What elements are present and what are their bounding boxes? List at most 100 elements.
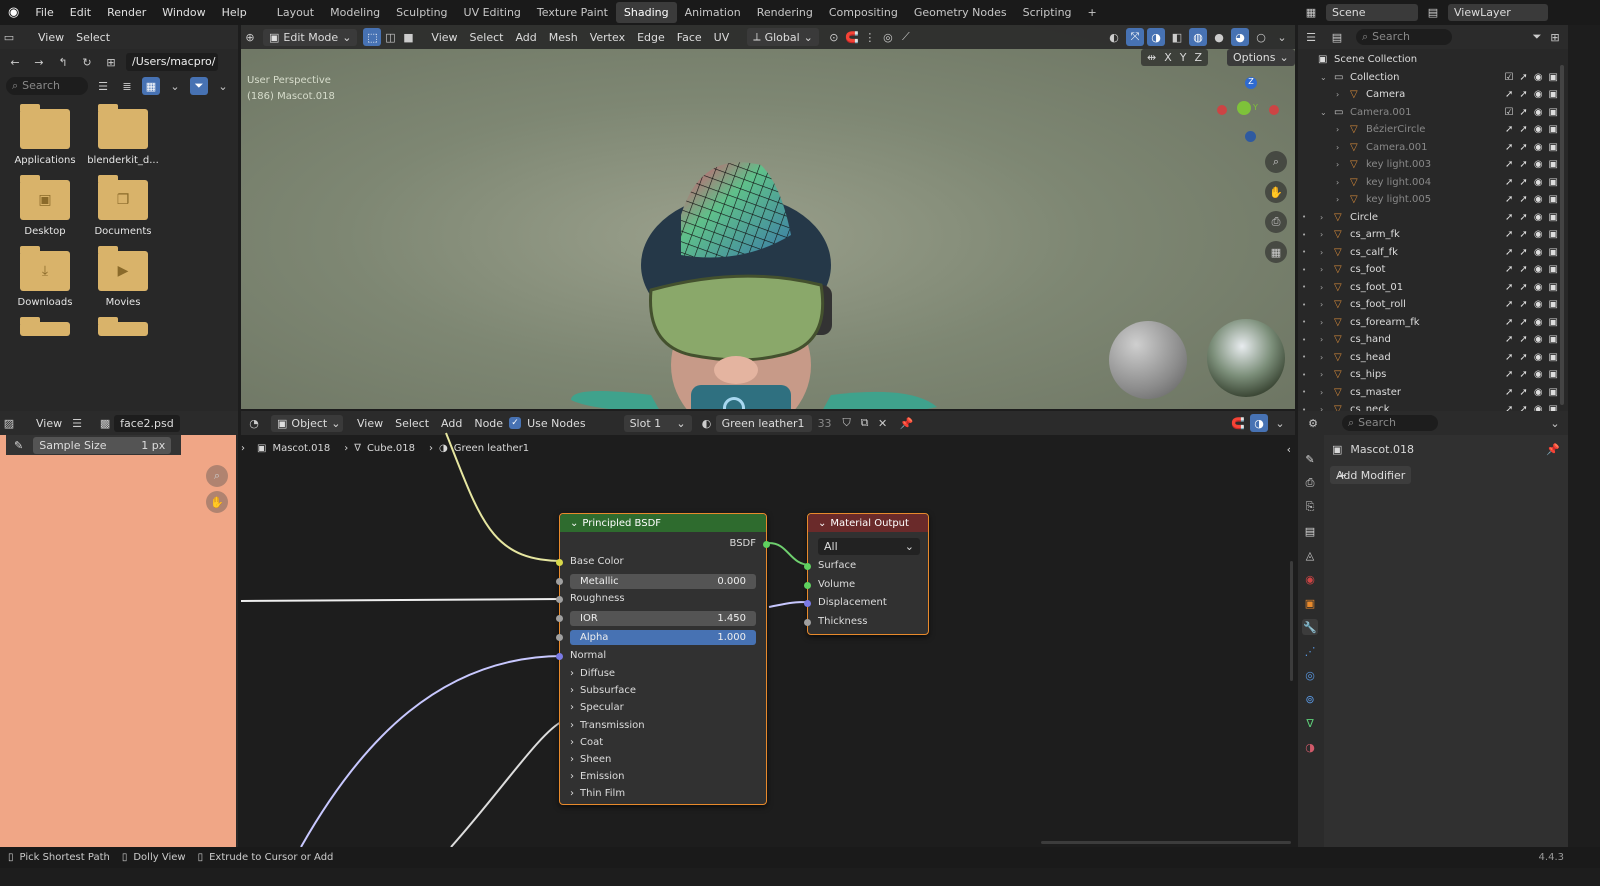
scene-icon[interactable]: ▦ [1302,3,1320,21]
gizmo-neg-x-axis[interactable] [1217,105,1227,115]
refresh-icon[interactable]: ↻ [78,53,96,71]
constraints-tab-icon[interactable]: ⊚ [1302,691,1318,707]
axis-z-toggle[interactable]: Z [1195,51,1203,64]
eye-icon[interactable]: ◉ [1534,247,1543,258]
camera-icon[interactable]: ▣ [1549,177,1558,188]
axis-y-toggle[interactable]: Y [1180,51,1187,64]
tab-geometry-nodes[interactable]: Geometry Nodes [906,2,1015,23]
tab-texture-paint[interactable]: Texture Paint [529,2,616,23]
surface-socket[interactable] [804,563,811,570]
folder-item[interactable]: ⤓ Downloads [6,246,84,308]
select-icon[interactable]: ➚ [1519,387,1527,398]
select-icon[interactable]: ➚ [1519,264,1527,275]
select-icon[interactable]: ➚ [1505,194,1513,205]
output-tab-icon[interactable]: ⎘ [1302,499,1318,515]
node-vertical-scrollbar[interactable] [1290,561,1293,681]
ior-socket[interactable] [556,615,563,622]
mode-selector[interactable]: ▣ Edit Mode ⌄ [263,28,358,46]
camera-icon[interactable]: ▣ [1549,247,1558,258]
pivot-icon[interactable]: ⊙ [825,28,843,46]
bsdf-panel-toggle[interactable]: › Sheen [570,754,611,765]
eye-icon[interactable]: ◉ [1534,264,1543,275]
camera-icon[interactable]: ▣ [1549,142,1558,153]
output-node-header[interactable]: ⌄ Material Output [808,514,928,532]
pan-hand-icon[interactable]: ✋ [206,491,228,513]
select-icon[interactable]: ➚ [1519,124,1527,135]
add-workspace-button[interactable]: + [1080,2,1105,23]
eye-icon[interactable]: ◉ [1534,229,1543,240]
tab-layout[interactable]: Layout [269,2,322,23]
camera-icon[interactable]: ▣ [1549,317,1558,328]
camera-icon[interactable]: ▣ [1549,89,1558,100]
camera-view-icon[interactable]: ⎙ [1265,211,1287,233]
output-target-selector[interactable]: All ⌄ [818,538,920,555]
outliner-row[interactable]: › ▽ Camera ➚ ➚ ◉ ▣ [1298,86,1568,104]
vp-menu-view[interactable]: View [425,31,463,44]
eye-icon[interactable]: ◉ [1534,299,1543,310]
camera-icon[interactable]: ▣ [1549,72,1558,83]
scene-tab-icon[interactable]: ◬ [1302,547,1318,563]
tab-modeling[interactable]: Modeling [322,2,388,23]
folder-item[interactable]: blenderkit_d... [84,104,162,166]
chevron-right-icon[interactable]: › [1320,230,1323,239]
vp-menu-face[interactable]: Face [671,31,708,44]
file-menu-select[interactable]: Select [70,31,116,44]
chevron-right-icon[interactable]: › [1320,353,1323,362]
path-field[interactable]: /Users/macpro/ [126,53,218,71]
vp-menu-mesh[interactable]: Mesh [543,31,584,44]
edge-select-icon[interactable]: ◫ [381,28,399,46]
outliner-row[interactable]: • › ▽ Circle ➚ ➚ ◉ ▣ [1298,209,1568,227]
list-view-icon[interactable]: ☰ [94,77,112,95]
metallic-socket[interactable] [556,578,563,585]
select-icon[interactable]: ➚ [1519,229,1527,240]
select-icon[interactable]: ➚ [1505,317,1513,328]
menu-help[interactable]: Help [214,6,255,19]
chevron-right-icon[interactable]: › [1320,335,1323,344]
outliner-row[interactable]: ⌄ ▭ Camera.001 ☑ ➚ ◉ ▣ [1298,104,1568,122]
rendered-shading-icon[interactable]: ○ [1252,28,1270,46]
alpha-field[interactable]: Alpha 1.000 [570,630,756,645]
vp-menu-uv[interactable]: UV [708,31,736,44]
gizmo-y-axis[interactable] [1237,101,1251,115]
gizmo-x-axis[interactable] [1269,105,1279,115]
bsdf-node-header[interactable]: ⌄ Principled BSDF [560,514,766,532]
eye-icon[interactable]: ◉ [1534,317,1543,328]
new-collection-icon[interactable]: ⊞ [1546,28,1564,46]
particles-tab-icon[interactable]: ⋰ [1302,643,1318,659]
bsdf-output-socket[interactable] [763,541,770,548]
camera-icon[interactable]: ▣ [1549,159,1558,170]
chevron-down-icon[interactable]: ⌄ [166,77,184,95]
select-icon[interactable]: ➚ [1505,264,1513,275]
tab-compositing[interactable]: Compositing [821,2,906,23]
vp-menu-add[interactable]: Add [509,31,542,44]
select-icon[interactable]: ➚ [1519,142,1527,153]
displacement-socket[interactable] [804,600,811,607]
vp-menu-vertex[interactable]: Vertex [584,31,631,44]
navigation-gizmo[interactable]: Z Y [1217,77,1283,147]
physics-tab-icon[interactable]: ◎ [1302,667,1318,683]
outliner-row[interactable]: • › ▽ cs_hips ➚ ➚ ◉ ▣ [1298,366,1568,384]
select-icon[interactable]: ➚ [1505,177,1513,188]
gizmo-neg-z-axis[interactable] [1245,131,1256,142]
bsdf-panel-toggle[interactable]: › Subsurface [570,685,636,696]
image-name-field[interactable]: face2.psd [114,414,180,432]
chevron-down-icon[interactable]: ⌄ [1320,108,1327,117]
eye-icon[interactable]: ◉ [1534,212,1543,223]
eye-icon[interactable]: ◉ [1534,369,1543,380]
select-icon[interactable]: ➚ [1519,299,1527,310]
select-icon[interactable]: ➚ [1505,369,1513,380]
scene-selector[interactable]: Scene [1326,3,1418,21]
eye-icon[interactable]: ◉ [1534,159,1543,170]
wireframe-shading-icon[interactable]: ◍ [1189,28,1207,46]
outliner-row[interactable]: • › ▽ cs_foot ➚ ➚ ◉ ▣ [1298,261,1568,279]
eye-icon[interactable]: ◉ [1534,194,1543,205]
parent-dir-icon[interactable]: ↰ [54,53,72,71]
outliner-row[interactable]: • › ▽ cs_hand ➚ ➚ ◉ ▣ [1298,331,1568,349]
image-canvas[interactable] [0,435,236,847]
camera-icon[interactable]: ▣ [1549,282,1558,293]
select-icon[interactable]: ➚ [1519,317,1527,328]
outliner-row[interactable]: • › ▽ cs_master ➚ ➚ ◉ ▣ [1298,384,1568,402]
select-icon[interactable]: ➚ [1505,334,1513,345]
bsdf-panel-toggle[interactable]: › Thin Film [570,788,625,799]
checkbox-icon[interactable]: ☑ [1504,72,1513,83]
